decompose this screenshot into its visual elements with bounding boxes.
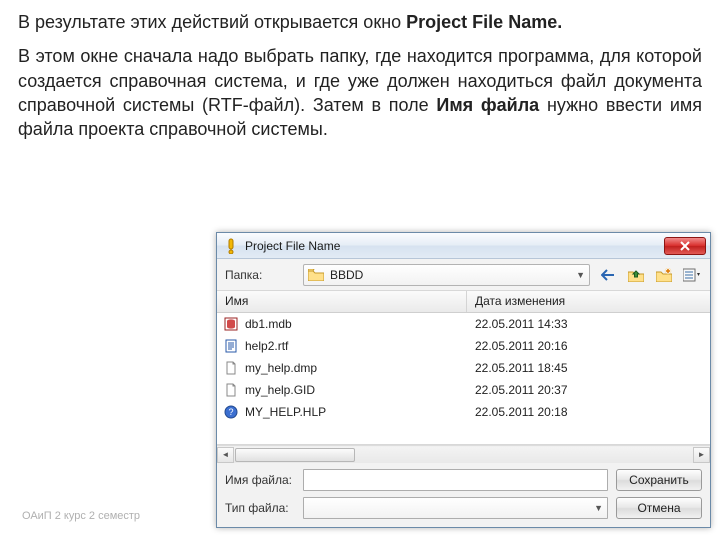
help-icon: ? xyxy=(223,404,239,420)
scroll-track[interactable] xyxy=(234,447,693,463)
db-icon xyxy=(223,316,239,332)
scroll-right-button[interactable]: ► xyxy=(693,447,710,463)
filename-input[interactable] xyxy=(303,469,608,491)
para1-a: В результате этих действий открывается о… xyxy=(18,12,406,32)
list-item[interactable]: help2.rtf 22.05.2011 20:16 xyxy=(217,335,710,357)
chevron-down-icon: ▼ xyxy=(594,503,603,513)
list-header: Имя Дата изменения xyxy=(217,291,710,313)
cancel-button[interactable]: Отмена xyxy=(616,497,702,519)
col-name[interactable]: Имя xyxy=(217,291,467,312)
folder-row: Папка: BBDD ▼ xyxy=(217,259,710,291)
save-button[interactable]: Сохранить xyxy=(616,469,702,491)
view-menu-button[interactable] xyxy=(682,265,702,285)
close-button[interactable] xyxy=(664,237,706,255)
folder-combo[interactable]: BBDD ▼ xyxy=(303,264,590,286)
col-date[interactable]: Дата изменения xyxy=(467,291,710,312)
dialog-title: Project File Name xyxy=(245,239,658,253)
horizontal-scrollbar[interactable]: ◄ ► xyxy=(217,445,710,463)
scroll-left-button[interactable]: ◄ xyxy=(217,447,234,463)
para1-b: Project File Name. xyxy=(406,12,562,32)
file-icon xyxy=(223,360,239,376)
slide-body: В результате этих действий открывается о… xyxy=(0,0,720,141)
new-folder-button[interactable] xyxy=(654,265,674,285)
nav-back-button[interactable] xyxy=(598,265,618,285)
svg-text:?: ? xyxy=(228,407,233,417)
scroll-thumb[interactable] xyxy=(235,448,355,462)
folder-label: Папка: xyxy=(225,268,295,282)
list-item[interactable]: db1.mdb 22.05.2011 14:33 xyxy=(217,313,710,335)
file-icon xyxy=(223,382,239,398)
titlebar: Project File Name xyxy=(217,233,710,259)
filetype-label: Тип файла: xyxy=(225,501,295,515)
doc-icon xyxy=(223,338,239,354)
list-item[interactable]: ?MY_HELP.HLP 22.05.2011 20:18 xyxy=(217,401,710,423)
folder-icon xyxy=(308,267,324,283)
para2-b: Имя файла xyxy=(436,95,539,115)
list-item[interactable]: my_help.GID 22.05.2011 20:37 xyxy=(217,379,710,401)
filetype-select[interactable]: ▼ xyxy=(303,497,608,519)
chevron-down-icon: ▼ xyxy=(576,270,585,280)
file-list: db1.mdb 22.05.2011 14:33 help2.rtf 22.05… xyxy=(217,313,710,445)
list-item[interactable]: my_help.dmp 22.05.2011 18:45 xyxy=(217,357,710,379)
footer-note: ОАиП 2 курс 2 семестр xyxy=(22,510,140,522)
up-one-level-button[interactable] xyxy=(626,265,646,285)
folder-value: BBDD xyxy=(330,268,363,282)
save-dialog: Project File Name Папка: BBDD ▼ xyxy=(216,232,711,528)
filename-label: Имя файла: xyxy=(225,473,295,487)
app-icon xyxy=(223,238,239,254)
